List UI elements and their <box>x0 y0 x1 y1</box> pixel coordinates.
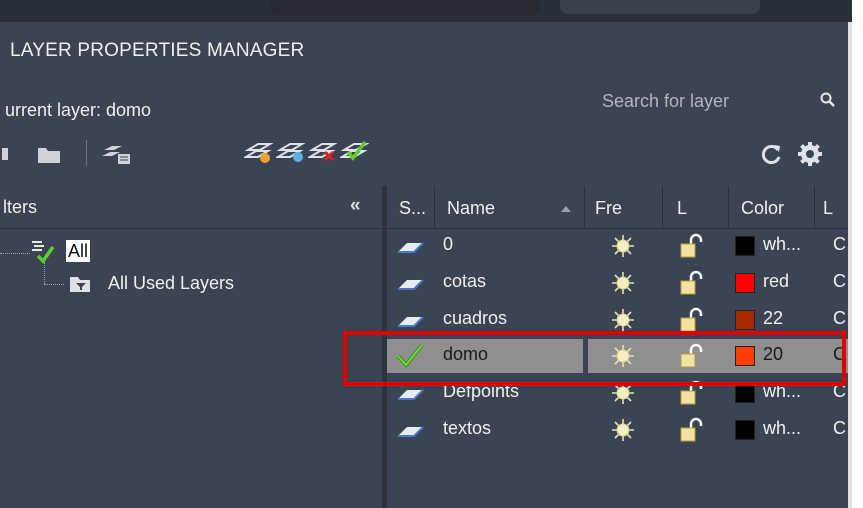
layer-states-manager-icon[interactable] <box>100 142 134 171</box>
layer-name[interactable]: cotas <box>443 271 486 292</box>
current-layer-label: urrent layer: domo <box>5 100 152 120</box>
freeze-sun-icon[interactable] <box>610 417 636 448</box>
color-name[interactable]: red <box>763 271 789 292</box>
color-swatch[interactable] <box>735 236 755 256</box>
column-label: Color <box>741 198 785 218</box>
column-label: L <box>677 198 688 218</box>
layer-icon[interactable] <box>395 240 425 259</box>
delete-layer-icon[interactable] <box>306 140 338 171</box>
filters-header: lters « <box>0 186 383 229</box>
search-input[interactable]: Search for layer <box>602 91 729 112</box>
title-bar: LAYER PROPERTIES MANAGER <box>0 22 852 72</box>
outer-background <box>852 0 863 508</box>
color-swatch[interactable] <box>735 383 755 403</box>
new-layer-frozen-icon[interactable] <box>274 140 306 171</box>
linetype-name[interactable]: C <box>833 234 846 255</box>
color-swatch[interactable] <box>735 310 755 330</box>
settings-gear-icon[interactable] <box>796 140 824 173</box>
filters-title: lters <box>3 197 38 217</box>
column-linetype[interactable]: L <box>815 186 848 228</box>
search-icon[interactable] <box>820 92 836 113</box>
column-label: Name <box>447 198 496 218</box>
column-label: L <box>823 198 834 218</box>
unlocked-padlock-icon[interactable] <box>679 270 703 301</box>
tree-item-label: All Used Layers <box>108 273 235 293</box>
freeze-sun-icon[interactable] <box>610 270 636 301</box>
layer-name[interactable]: 0 <box>443 234 453 255</box>
column-label: Fre <box>595 198 622 218</box>
tree-item-label: All <box>68 241 89 261</box>
annotation-highlight-box <box>343 331 846 386</box>
linetype-name[interactable]: C <box>833 271 846 292</box>
new-group-filter-icon[interactable] <box>36 143 62 170</box>
column-freeze[interactable]: Fre <box>585 186 661 228</box>
refresh-icon[interactable] <box>760 142 784 171</box>
layer-icon[interactable] <box>395 424 425 443</box>
set-current-icon[interactable] <box>338 138 370 171</box>
top-tab-strip <box>0 0 852 22</box>
tree-item-all-used-layers[interactable]: All Used Layers <box>108 273 234 294</box>
layer-row[interactable]: textos wh... C <box>387 413 848 447</box>
right-border <box>848 22 852 508</box>
layer-name[interactable]: cuadros <box>443 308 507 329</box>
layer-row[interactable]: 0 wh... C <box>387 229 848 263</box>
layer-icon[interactable] <box>395 277 425 296</box>
drawing-tab-2[interactable] <box>560 0 760 14</box>
color-swatch[interactable] <box>735 420 755 440</box>
new-property-filter-icon[interactable] <box>0 144 10 169</box>
column-name[interactable]: Name <box>435 186 583 228</box>
column-status[interactable]: S... <box>387 186 433 228</box>
linetype-name[interactable]: C <box>833 418 846 439</box>
all-filter-icon <box>26 236 64 271</box>
color-name[interactable]: wh... <box>763 418 801 439</box>
column-label: S... <box>399 198 427 218</box>
column-color[interactable]: Color <box>729 186 813 228</box>
tree-item-all[interactable]: All <box>66 240 91 262</box>
color-name[interactable]: wh... <box>763 234 801 255</box>
column-lock[interactable]: L <box>663 186 727 228</box>
drawing-tab[interactable] <box>270 0 540 16</box>
color-name[interactable]: 22 <box>763 308 783 329</box>
search-box[interactable]: Search for layer <box>594 84 840 118</box>
new-layer-icon[interactable] <box>242 140 274 171</box>
panel-title: LAYER PROPERTIES MANAGER <box>10 40 305 61</box>
linetype-name[interactable]: C <box>833 308 846 329</box>
freeze-sun-icon[interactable] <box>610 233 636 264</box>
unlocked-padlock-icon[interactable] <box>679 417 703 448</box>
filters-panel <box>0 186 383 508</box>
toolbar-separator <box>86 140 87 166</box>
group-filter-icon <box>68 274 92 299</box>
layer-icon[interactable] <box>395 387 425 406</box>
tree-connector <box>44 284 64 285</box>
layer-row[interactable]: cotas red C <box>387 266 848 300</box>
sort-ascending-icon <box>561 206 571 212</box>
layer-name[interactable]: textos <box>443 418 491 439</box>
unlocked-padlock-icon[interactable] <box>679 233 703 264</box>
color-swatch[interactable] <box>735 273 755 293</box>
collapse-filters-button[interactable]: « <box>350 195 361 217</box>
